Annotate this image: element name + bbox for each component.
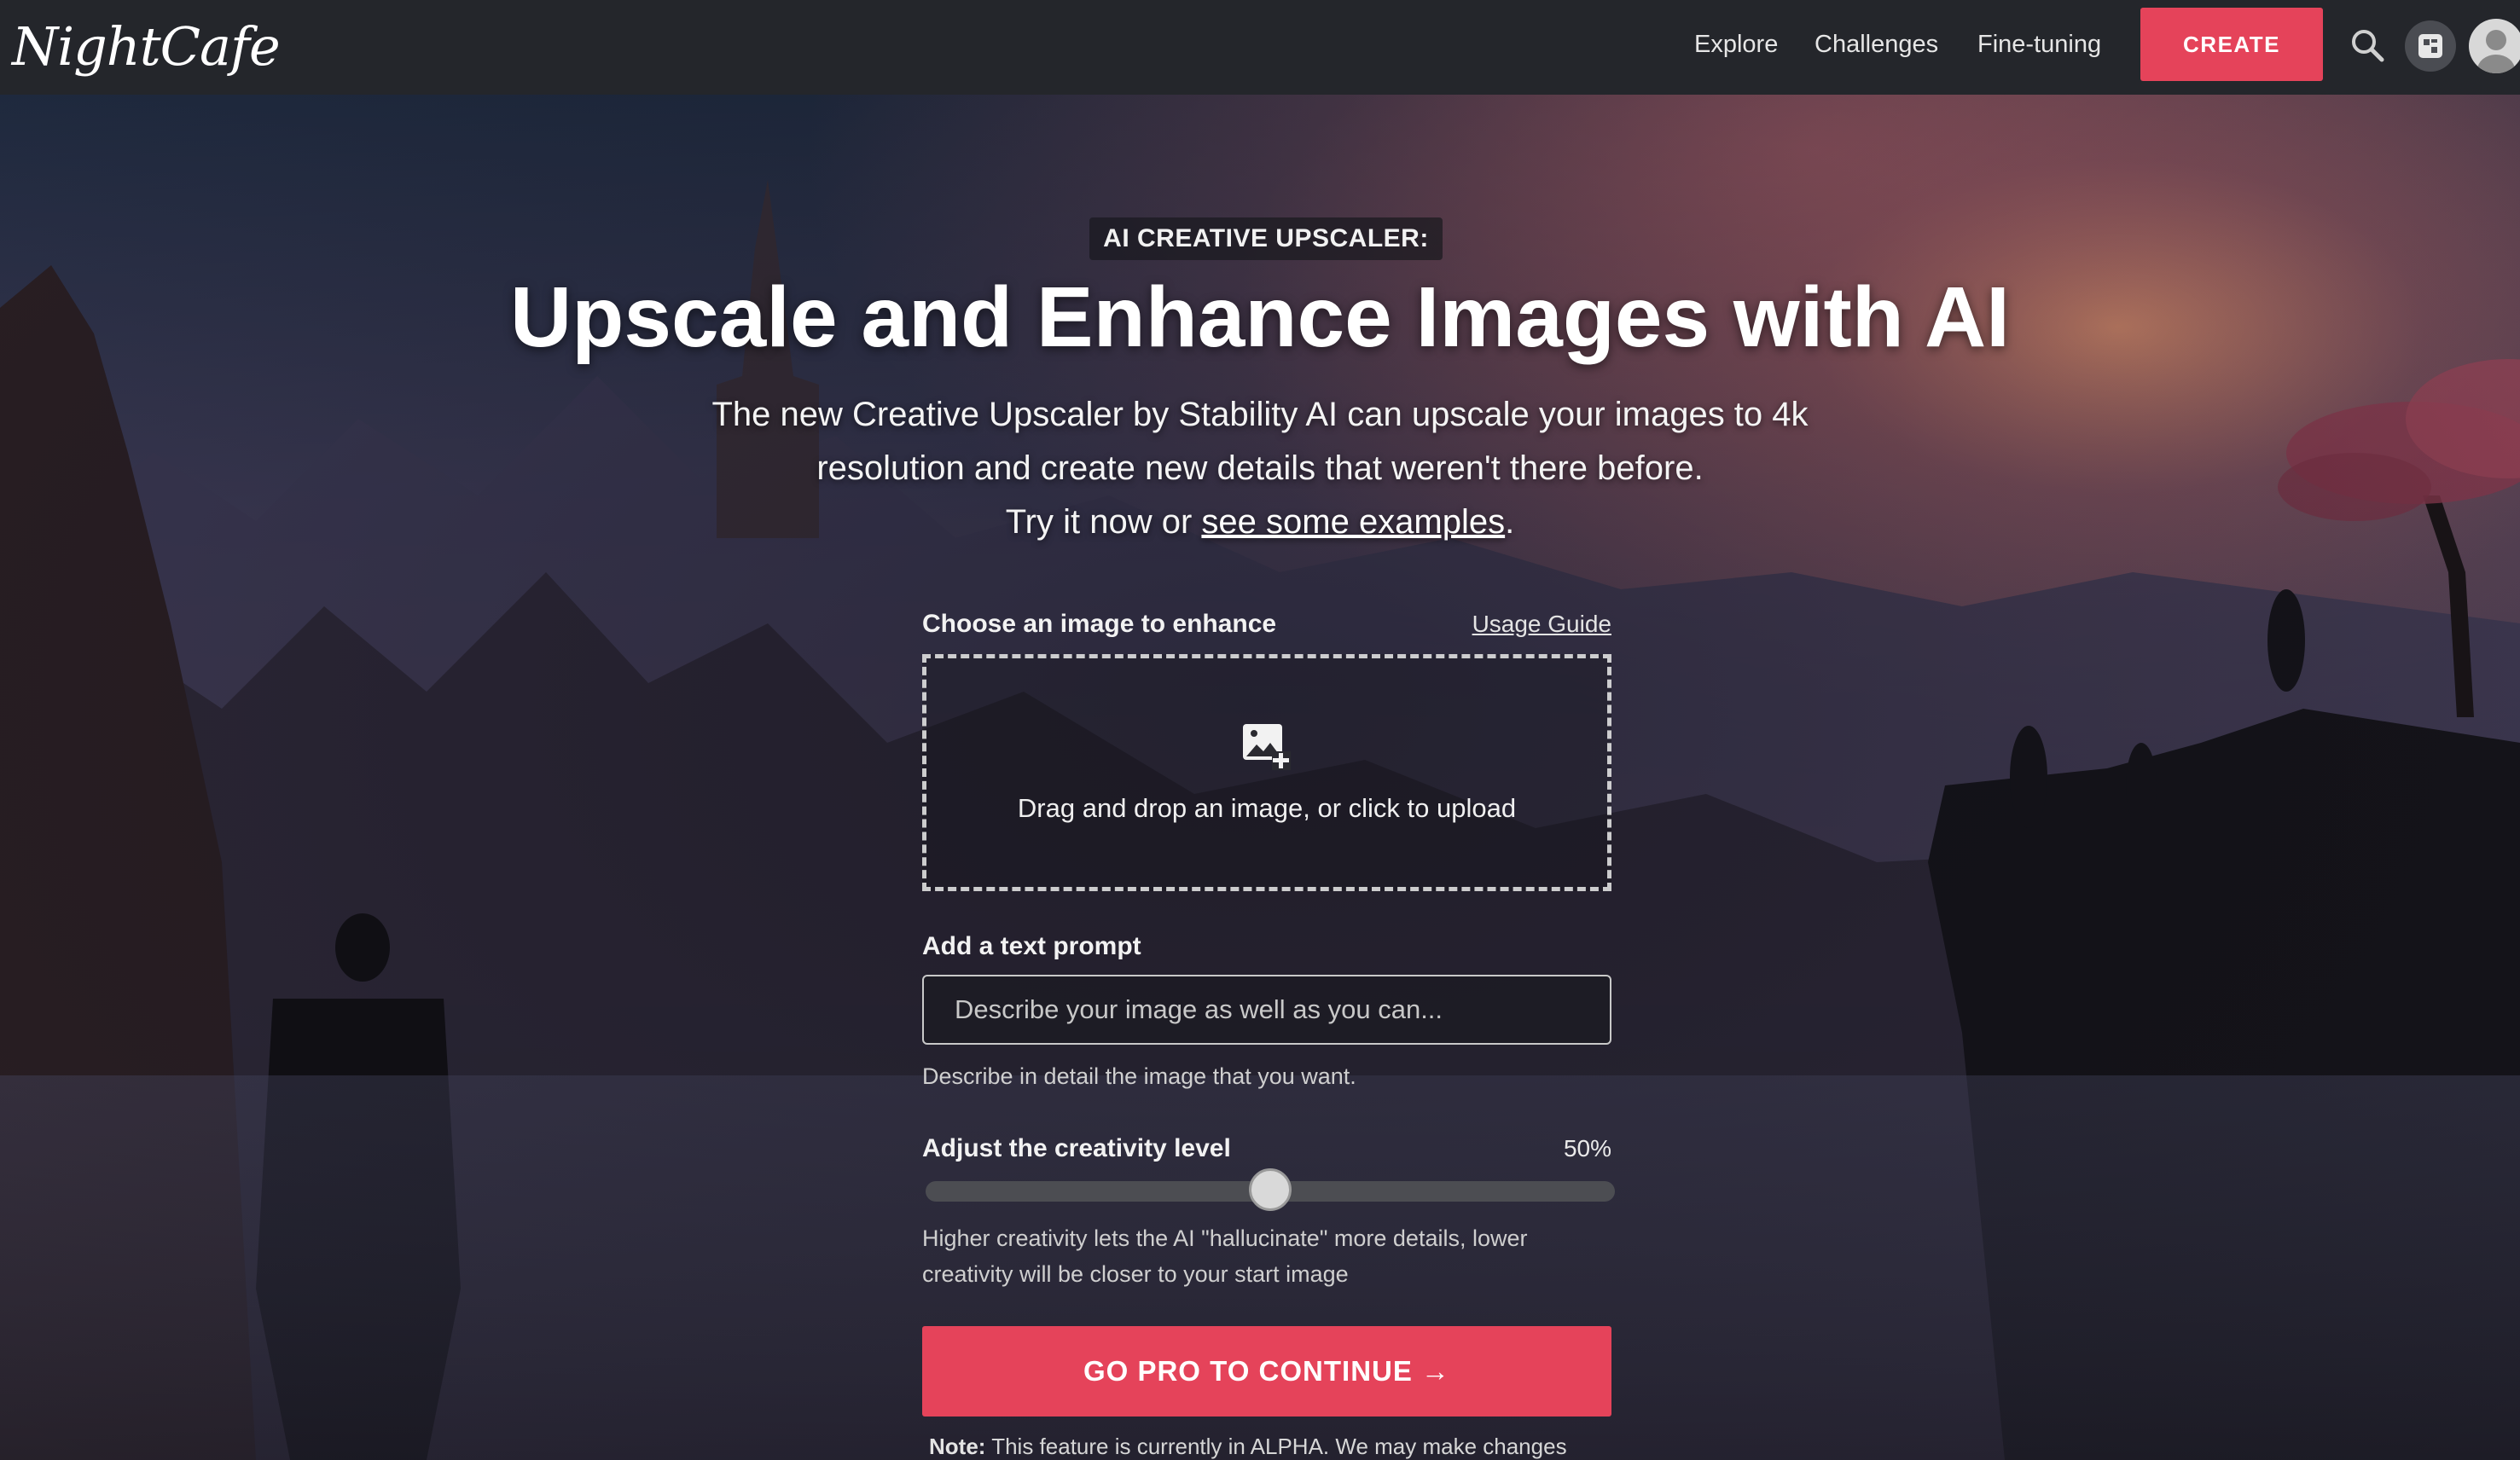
coins-icon[interactable]	[2405, 20, 2456, 72]
page-title: Upscale and Enhance Images with AI	[510, 269, 2010, 365]
top-nav: NightCafe Explore Challenges Fine-tuning…	[0, 0, 2520, 95]
subtitle-line-3-prefix: Try it now or	[1005, 503, 1202, 541]
prompt-field-label: Add a text prompt	[922, 932, 1141, 960]
subtitle-line-2: resolution and create new details that w…	[816, 449, 1704, 487]
add-image-icon	[1241, 722, 1292, 776]
go-pro-button[interactable]: GO PRO TO CONTINUE →	[922, 1326, 1611, 1417]
create-button[interactable]: CREATE	[2140, 8, 2323, 81]
nav-challenges[interactable]: Challenges	[1815, 31, 1938, 59]
image-dropzone[interactable]: Drag and drop an image, or click to uplo…	[922, 654, 1611, 891]
dropzone-text: Drag and drop an image, or click to uplo…	[1017, 792, 1517, 823]
see-examples-link[interactable]: see some examples	[1201, 503, 1505, 541]
search-icon[interactable]	[2348, 26, 2387, 65]
nav-explore[interactable]: Explore	[1694, 31, 1778, 59]
creativity-field-label: Adjust the creativity level	[922, 1134, 1231, 1162]
creativity-value: 50%	[1563, 1135, 1611, 1162]
creativity-help-text: Higher creativity lets the AI "hallucina…	[922, 1225, 1528, 1287]
image-field-label: Choose an image to enhance	[922, 610, 1277, 638]
hero-subtitle: The new Creative Upscaler by Stability A…	[663, 388, 1857, 549]
prompt-help-text: Describe in detail the image that you wa…	[922, 1063, 1356, 1089]
usage-guide-link[interactable]: Usage Guide	[1472, 611, 1611, 638]
avatar[interactable]	[2469, 19, 2520, 73]
prompt-input[interactable]	[922, 975, 1611, 1045]
nightcafe-logo[interactable]: NightCafe	[12, 15, 281, 78]
note-label: Note:	[929, 1434, 986, 1459]
creativity-slider-thumb[interactable]	[1249, 1168, 1292, 1211]
nav-fine-tuning[interactable]: Fine-tuning	[1977, 31, 2101, 59]
upscale-form: Choose an image to enhance Usage Guide D…	[922, 610, 1615, 1459]
note-text: This feature is currently in ALPHA. We m…	[991, 1434, 1567, 1459]
subtitle-line-3-suffix: .	[1505, 503, 1515, 541]
subtitle-line-1: The new Creative Upscaler by Stability A…	[711, 396, 1809, 433]
eyebrow-label: AI CREATIVE UPSCALER:	[1089, 217, 1443, 260]
creativity-label-row: Adjust the creativity level 50%	[922, 1134, 1611, 1163]
alpha-note: Note: This feature is currently in ALPHA…	[929, 1434, 1629, 1460]
image-label-row: Choose an image to enhance Usage Guide	[922, 610, 1611, 639]
